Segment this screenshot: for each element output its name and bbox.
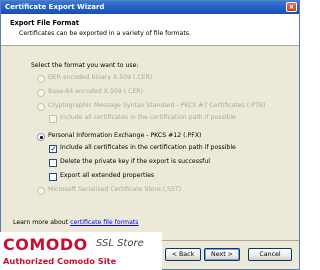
wizard-content: Select the format you want to use: DER e… xyxy=(1,46,299,240)
title-bar: Certificate Export Wizard × xyxy=(1,1,299,14)
certificate-formats-link[interactable]: certificate file formats xyxy=(70,219,138,226)
radio-button[interactable] xyxy=(37,187,45,195)
radio-button[interactable] xyxy=(37,89,45,97)
window-title: Certificate Export Wizard xyxy=(5,3,105,11)
format-prompt: Select the format you want to use: xyxy=(31,62,139,69)
close-icon: × xyxy=(288,3,295,11)
radio-label: Personal Information Exchange - PKCS #12… xyxy=(48,132,202,139)
radio-label: Base-64 encoded X.509 (.CER) xyxy=(48,88,143,95)
page-subtitle: Certificates can be exported in a variet… xyxy=(19,30,191,37)
checkbox-label: Include all certificates in the certific… xyxy=(60,144,236,151)
radio-label: Cryptographic Message Syntax Standard - … xyxy=(48,102,266,109)
wizard-window: Certificate Export Wizard × Export File … xyxy=(0,0,300,270)
radio-button[interactable] xyxy=(37,133,45,141)
authorized-site-label: Authorized Comodo Site xyxy=(3,256,117,266)
comodo-logo: COMODO xyxy=(3,235,88,254)
radio-button[interactable] xyxy=(37,75,45,83)
checkbox-box[interactable] xyxy=(49,159,57,167)
radio-selected-dot xyxy=(39,135,43,139)
checkbox-label: Include all certificates in the certific… xyxy=(60,114,236,121)
checkbox-box[interactable] xyxy=(49,115,57,123)
learn-more-text: Learn more about xyxy=(13,219,69,226)
back-button[interactable]: < Back xyxy=(165,248,201,261)
wizard-header: Export File Format Certificates can be e… xyxy=(1,14,299,46)
radio-label: Microsoft Serialized Certificate Store (… xyxy=(48,186,182,193)
checkmark-icon: ✓ xyxy=(50,144,57,153)
ssl-store-label: SSL Store xyxy=(96,238,144,249)
radio-label: DER encoded binary X.509 (.CER) xyxy=(48,74,153,81)
checkbox-label: Export all extended properties xyxy=(60,172,155,179)
next-button[interactable]: Next > xyxy=(204,248,240,261)
learn-more: Learn more about certificate file format… xyxy=(13,219,139,226)
checkbox-box[interactable]: ✓ xyxy=(49,145,57,153)
checkbox-label: Delete the private key if the export is … xyxy=(60,158,210,165)
radio-button[interactable] xyxy=(37,103,45,111)
close-button[interactable]: × xyxy=(286,2,297,12)
cancel-button[interactable]: Cancel xyxy=(248,248,292,261)
checkbox-box[interactable] xyxy=(49,173,57,181)
page-title: Export File Format xyxy=(10,19,79,27)
comodo-branding: COMODO SSL Store Authorized Comodo Site xyxy=(0,232,162,270)
